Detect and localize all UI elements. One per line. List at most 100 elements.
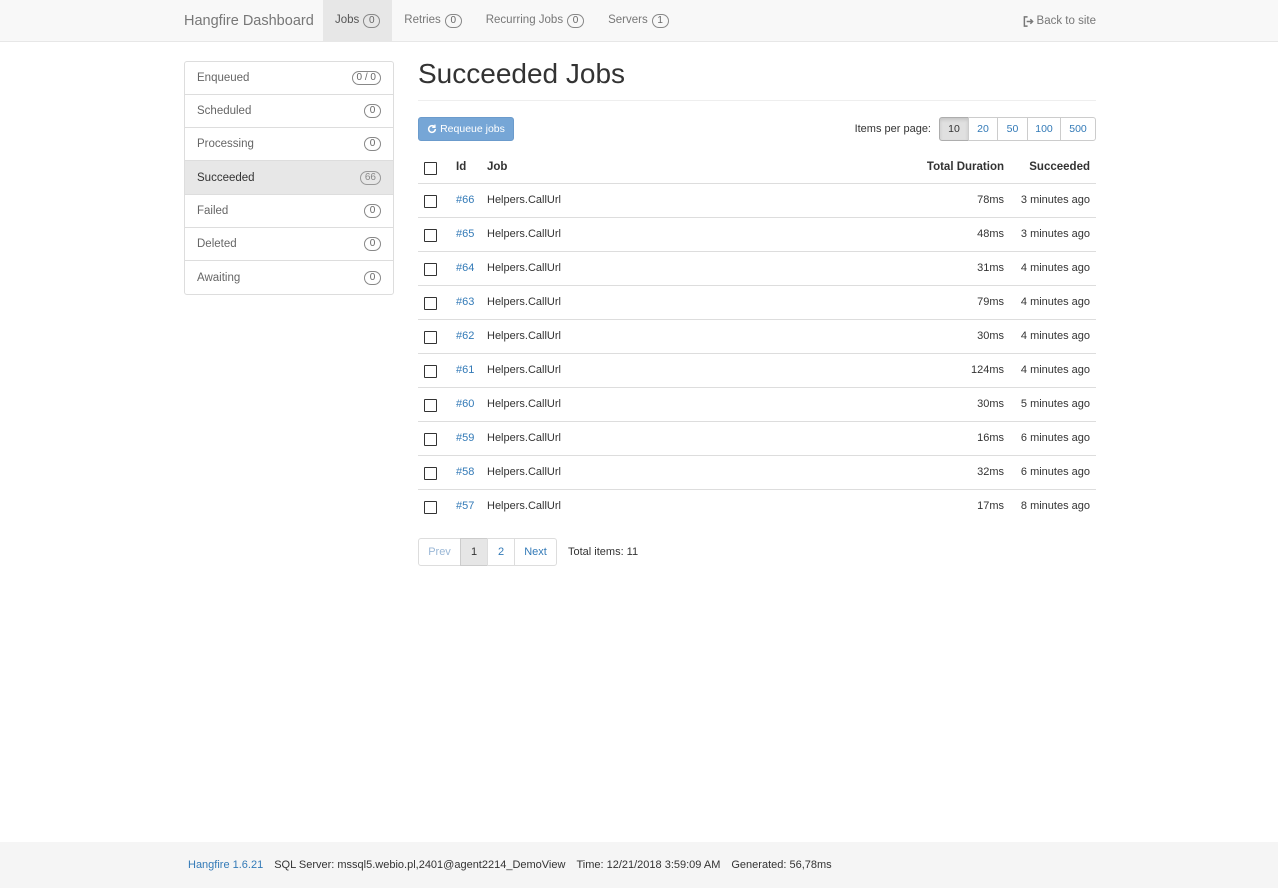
nav-recurring-jobs[interactable]: Recurring Jobs 0 xyxy=(474,0,596,41)
page-size-100-button[interactable]: 100 xyxy=(1027,117,1061,141)
duration-cell: 16ms xyxy=(850,421,1010,456)
duration-column-header: Total Duration xyxy=(850,152,1010,184)
table-row: #57 Helpers.CallUrl 17ms 8 minutes ago xyxy=(418,489,1096,523)
select-all-checkbox[interactable] xyxy=(424,161,437,175)
main-nav: Jobs 0 Retries 0 Recurring Jobs 0 Server… xyxy=(323,0,681,41)
nav-jobs[interactable]: Jobs 0 xyxy=(323,0,393,41)
job-id-link[interactable]: #59 xyxy=(456,432,474,444)
page-title: Succeeded Jobs xyxy=(418,58,626,89)
row-checkbox[interactable] xyxy=(424,500,437,514)
duration-cell: 31ms xyxy=(850,251,1010,286)
row-checkbox[interactable] xyxy=(424,228,437,242)
back-to-site-label: Back to site xyxy=(1036,15,1096,27)
sidebar-count-badge: 0 xyxy=(364,204,381,218)
job-id-cell: #58 xyxy=(450,455,481,490)
row-checkbox[interactable] xyxy=(424,262,437,276)
succeeded-cell: 4 minutes ago xyxy=(1010,319,1096,354)
job-id-link[interactable]: #63 xyxy=(456,296,474,308)
job-id-cell: #57 xyxy=(450,489,481,523)
job-id-cell: #59 xyxy=(450,421,481,456)
duration-cell: 32ms xyxy=(850,455,1010,490)
sidebar-item-deleted[interactable]: Deleted 0 xyxy=(185,228,393,261)
job-id-link[interactable]: #66 xyxy=(456,194,474,206)
nav-retries[interactable]: Retries 0 xyxy=(392,0,473,41)
nav-jobs-label: Jobs xyxy=(335,14,360,26)
succeeded-cell: 3 minutes ago xyxy=(1010,183,1096,218)
table-row: #60 Helpers.CallUrl 30ms 5 minutes ago xyxy=(418,387,1096,422)
page-size-500-button[interactable]: 500 xyxy=(1060,117,1096,141)
items-per-page-label: Items per page: xyxy=(854,123,931,135)
job-id-cell: #62 xyxy=(450,319,481,354)
nav-recurring-jobs-count-badge: 0 xyxy=(567,13,585,28)
job-id-link[interactable]: #62 xyxy=(456,330,474,342)
sidebar-item-label: Processing xyxy=(197,138,254,150)
version-link[interactable]: Hangfire 1.6.21 xyxy=(188,859,263,871)
job-name-cell: Helpers.CallUrl xyxy=(481,217,850,252)
page-2-button[interactable]: 2 xyxy=(487,538,515,566)
row-select-cell xyxy=(418,387,450,422)
page-size-group: 10 20 50 100 500 xyxy=(939,117,1096,141)
page-size-50-button[interactable]: 50 xyxy=(997,117,1028,141)
job-id-cell: #64 xyxy=(450,251,481,286)
sidebar-item-succeeded[interactable]: Succeeded 66 xyxy=(185,161,393,195)
nav-jobs-count-badge: 0 xyxy=(363,13,381,28)
job-column-header: Job xyxy=(481,152,850,184)
sidebar-item-enqueued[interactable]: Enqueued 0 / 0 xyxy=(185,62,393,95)
job-id-link[interactable]: #60 xyxy=(456,398,474,410)
nav-servers-label: Servers xyxy=(608,14,648,26)
nav-servers[interactable]: Servers 1 xyxy=(596,0,681,41)
table-header-row: Id Job Total Duration Succeeded xyxy=(418,152,1096,184)
duration-cell: 78ms xyxy=(850,183,1010,218)
table-row: #62 Helpers.CallUrl 30ms 4 minutes ago xyxy=(418,319,1096,354)
storage-info: SQL Server: mssql5.webio.pl,2401@agent22… xyxy=(274,859,566,871)
jobs-table: Id Job Total Duration Succeeded #66 Helpe… xyxy=(418,152,1096,523)
job-id-link[interactable]: #58 xyxy=(456,466,474,478)
table-row: #61 Helpers.CallUrl 124ms 4 minutes ago xyxy=(418,353,1096,388)
sidebar-item-processing[interactable]: Processing 0 xyxy=(185,128,393,161)
duration-cell: 30ms xyxy=(850,319,1010,354)
job-id-link[interactable]: #64 xyxy=(456,262,474,274)
row-select-cell xyxy=(418,353,450,388)
duration-cell: 30ms xyxy=(850,387,1010,422)
row-select-cell xyxy=(418,285,450,320)
table-row: #65 Helpers.CallUrl 48ms 3 minutes ago xyxy=(418,217,1096,252)
succeeded-cell: 5 minutes ago xyxy=(1010,387,1096,422)
sidebar-count-badge: 0 xyxy=(364,104,381,118)
requeue-jobs-button[interactable]: Requeue jobs xyxy=(418,117,514,141)
row-checkbox[interactable] xyxy=(424,330,437,344)
back-to-site-link[interactable]: Back to site xyxy=(1023,0,1096,42)
sidebar-count-badge: 0 / 0 xyxy=(351,71,381,85)
row-checkbox[interactable] xyxy=(424,194,437,208)
items-per-page: Items per page: 10 20 50 100 500 xyxy=(855,117,1096,141)
row-checkbox[interactable] xyxy=(424,466,437,480)
duration-cell: 48ms xyxy=(850,217,1010,252)
row-select-cell xyxy=(418,421,450,456)
sidebar-item-failed[interactable]: Failed 0 xyxy=(185,195,393,228)
next-page-button[interactable]: Next xyxy=(514,538,557,566)
prev-page-button[interactable]: Prev xyxy=(418,538,461,566)
brand-link[interactable]: Hangfire Dashboard xyxy=(184,0,314,42)
page-size-20-button[interactable]: 20 xyxy=(968,117,998,141)
row-select-cell xyxy=(418,183,450,218)
job-id-link[interactable]: #65 xyxy=(456,228,474,240)
sidebar-item-label: Enqueued xyxy=(197,72,250,84)
sidebar-count-badge: 0 xyxy=(364,270,381,285)
sidebar-item-label: Failed xyxy=(197,205,229,217)
job-name-cell: Helpers.CallUrl xyxy=(481,455,850,490)
row-checkbox[interactable] xyxy=(424,432,437,446)
sidebar-item-awaiting[interactable]: Awaiting 0 xyxy=(185,261,393,294)
sidebar-item-scheduled[interactable]: Scheduled 0 xyxy=(185,95,393,128)
succeeded-cell: 4 minutes ago xyxy=(1010,353,1096,388)
job-id-link[interactable]: #61 xyxy=(456,364,474,376)
job-name-cell: Helpers.CallUrl xyxy=(481,285,850,320)
page-1-button[interactable]: 1 xyxy=(460,538,488,566)
page-size-10-button[interactable]: 10 xyxy=(939,117,969,141)
job-name-cell: Helpers.CallUrl xyxy=(481,387,850,422)
row-checkbox[interactable] xyxy=(424,398,437,412)
duration-cell: 79ms xyxy=(850,285,1010,320)
job-id-link[interactable]: #57 xyxy=(456,500,474,512)
row-checkbox[interactable] xyxy=(424,296,437,310)
row-checkbox[interactable] xyxy=(424,364,437,378)
duration-cell: 124ms xyxy=(850,353,1010,388)
nav-recurring-jobs-label: Recurring Jobs xyxy=(485,14,564,26)
